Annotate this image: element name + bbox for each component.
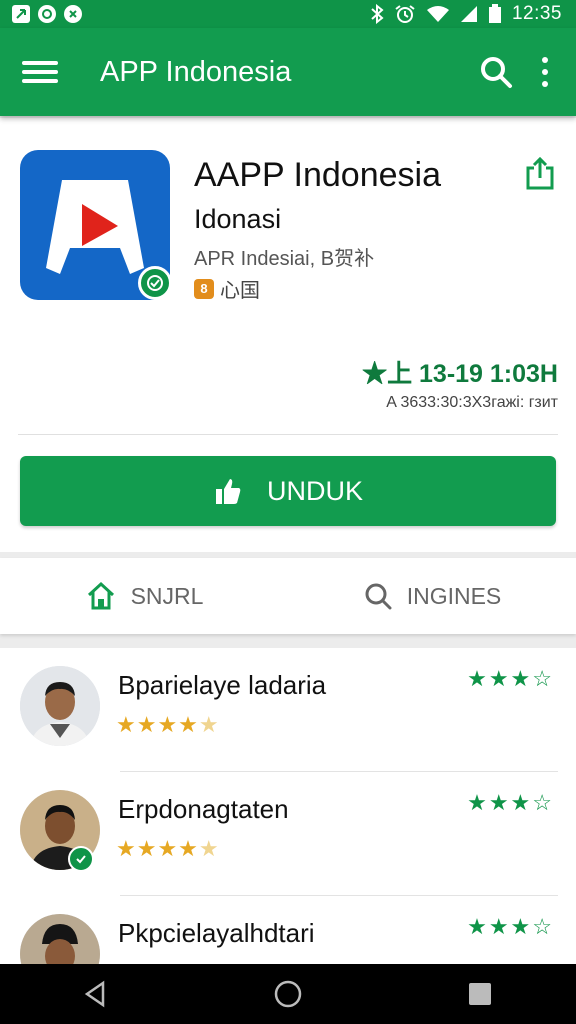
developer-name[interactable]: Idonasi xyxy=(194,204,281,235)
more-vert-icon[interactable] xyxy=(540,57,550,87)
status-right-icons: 12:35 xyxy=(370,3,562,25)
app-detail-card: AAPP Indonesia Idonasi APR Indesiai, B贺补… xyxy=(0,118,576,552)
wifi-icon xyxy=(426,6,449,22)
verified-badge-icon xyxy=(68,846,94,872)
home-icon xyxy=(274,980,302,1008)
install-button[interactable]: UNDUK xyxy=(20,456,556,526)
back-icon xyxy=(84,980,105,1008)
reviewer-name: Pkpcielayalhdtari xyxy=(118,918,315,948)
verified-badge-icon xyxy=(138,266,172,300)
share-icon[interactable] xyxy=(524,156,556,190)
tab-home-label: SNJRL xyxy=(130,582,204,609)
app-bar: APP Indonesia xyxy=(0,28,576,116)
list-item[interactable]: Bparielaye ladaria ★★★★★ ★★★☆ xyxy=(0,648,576,772)
reviewer-name: Bparielaye ladaria xyxy=(118,670,327,700)
install-button-label: UNDUK xyxy=(266,475,363,506)
list-item[interactable]: Erpdonagtaten ★★★★★ ★★★☆ xyxy=(0,772,576,896)
tab-bar: SNJRL INGINES xyxy=(0,558,576,634)
back-button[interactable] xyxy=(72,970,120,1018)
avatar xyxy=(20,914,100,964)
rating-summary: ★上 13-19 1:03Н xyxy=(362,360,558,388)
menu-icon[interactable] xyxy=(22,58,58,86)
nav-bar xyxy=(0,964,576,1024)
review-stars: ★★★★★ xyxy=(116,836,220,861)
notification-icon xyxy=(12,5,30,23)
reviewer-name: Erpdonagtaten xyxy=(118,794,289,824)
status-time: 12:35 xyxy=(511,3,562,24)
search-icon xyxy=(365,583,392,610)
content-rating-icon: 8 xyxy=(194,278,214,299)
home-icon xyxy=(87,581,114,610)
tab-search-label: INGINES xyxy=(406,582,502,609)
bluetooth-icon xyxy=(371,4,384,24)
reviews-list: Bparielaye ladaria ★★★★★ ★★★☆ Erpdonagta… xyxy=(0,648,576,964)
alarm-icon xyxy=(395,5,415,23)
recents-icon xyxy=(469,983,491,1005)
status-bar: 12:35 xyxy=(0,0,576,28)
thumbs-up-icon xyxy=(215,479,241,504)
whatsapp-icon xyxy=(38,5,56,23)
divider xyxy=(18,434,558,435)
search-icon[interactable] xyxy=(476,52,516,92)
content-rating: 8 心国 xyxy=(194,274,260,303)
review-score: ★★★☆ xyxy=(467,790,554,815)
app-bar-title: APP Indonesia xyxy=(100,55,292,88)
tab-search[interactable]: INGINES xyxy=(288,558,576,634)
avatar xyxy=(20,666,100,746)
signal-icon xyxy=(460,6,477,22)
content-rating-label: 心国 xyxy=(220,280,260,302)
vpn-icon xyxy=(64,5,82,23)
review-stars: ★★★★★ xyxy=(116,712,220,737)
recents-button[interactable] xyxy=(456,970,504,1018)
tab-home[interactable]: SNJRL xyxy=(0,558,288,634)
review-score: ★★★☆ xyxy=(467,914,554,939)
battery-icon xyxy=(488,4,501,23)
home-button[interactable] xyxy=(264,970,312,1018)
rating-sub: A 3633:30:3Х3гажі: гзит xyxy=(386,394,558,411)
list-item[interactable]: Pkpcielayalhdtari ★★★☆ xyxy=(0,896,576,964)
review-score: ★★★☆ xyxy=(467,666,554,691)
status-left-icons xyxy=(12,5,82,23)
app-name: AAPP Indonesia xyxy=(194,156,441,194)
app-meta: APR Indesiai, B贺补 xyxy=(194,248,375,270)
